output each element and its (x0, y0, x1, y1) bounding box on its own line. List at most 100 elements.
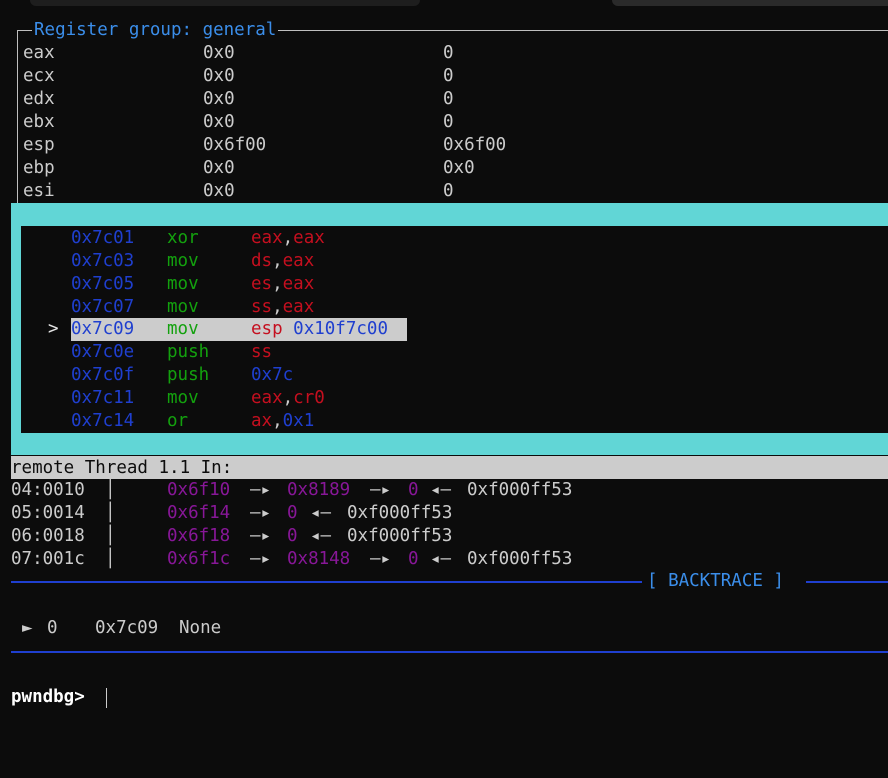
terminal-tab-secondary[interactable] (612, 0, 888, 6)
stack-pointer: 0x8189 (287, 480, 351, 500)
asm-operands: eax,cr0 (251, 387, 325, 410)
asm-address: 0x7c09 (71, 319, 135, 339)
asm-line[interactable]: 0x7c0f push 0x7c (22, 364, 293, 387)
asm-operand: cr0 (293, 388, 325, 408)
asm-comma: , (272, 411, 283, 431)
asm-address: 0x7c14 (71, 411, 135, 431)
current-instruction-marker: > (48, 319, 59, 339)
register-hex-value: 0x0 (203, 158, 235, 178)
register-natural-value: 0 (443, 89, 454, 109)
register-row: eax 0x0 0 (23, 42, 454, 65)
asm-comma: , (282, 228, 294, 248)
asm-line[interactable]: 0x7c01 xor eax,eax (22, 227, 325, 250)
asm-operand: 0x1 (282, 411, 315, 431)
register-hex-value: 0x0 (203, 181, 235, 201)
stack-value: 0xf000ff53 (347, 503, 453, 523)
asm-operands: ss (251, 341, 272, 364)
stack-separator: │ (105, 549, 116, 569)
backtrace-rule-bottom (11, 651, 888, 653)
asm-mnemonic: push (167, 342, 210, 362)
asm-operands: ss,eax (251, 296, 314, 319)
register-natural-value: 0 (443, 181, 454, 201)
asm-mnemonic: mov (167, 319, 199, 339)
register-name: ecx (23, 66, 55, 86)
asm-line-current[interactable]: > 0x7c09 mov esp,0x10f7c00 (22, 318, 388, 341)
command-input-cursor[interactable] (106, 688, 107, 708)
asm-address: 0x7c0e (71, 342, 135, 362)
stack-arrow: —▸ (250, 480, 272, 500)
stack-pointer: 0 (287, 503, 298, 523)
register-hex-value: 0x0 (203, 112, 235, 132)
register-name: eax (23, 43, 55, 63)
asm-operand: esp (251, 319, 283, 339)
register-natural-value: 0x6f00 (443, 135, 507, 155)
asm-line[interactable]: 0x7c05 mov es,eax (22, 273, 314, 296)
register-row: edx 0x0 0 (23, 88, 454, 111)
asm-operand: eax (251, 228, 283, 248)
command-prompt: pwndbg> (11, 687, 85, 707)
register-row: esp 0x6f00 0x6f00 (23, 134, 506, 157)
stack-arrow: ◂— (430, 549, 452, 569)
asm-operand: eax (251, 388, 283, 408)
stack-offset: 05:0014 (11, 503, 85, 523)
asm-operand: ss (251, 342, 273, 362)
register-name: ebp (23, 158, 55, 178)
terminal-tab[interactable] (30, 0, 420, 6)
register-row: ebx 0x0 0 (23, 111, 454, 134)
backtrace-frame-address: 0x7c09 (95, 618, 159, 638)
asm-line[interactable]: 0x7c14 or ax,0x1 (22, 410, 314, 433)
stack-arrow: —▸ (250, 526, 272, 546)
window-tab-strip (0, 0, 888, 8)
asm-operands: ds,eax (251, 250, 314, 273)
register-hex-value: 0x0 (203, 89, 235, 109)
register-hex-value: 0x0 (203, 66, 235, 86)
register-hex-value: 0x6f00 (203, 135, 267, 155)
asm-mnemonic: mov (167, 274, 199, 294)
asm-line[interactable]: 0x7c07 mov ss,eax (22, 296, 314, 319)
stack-deref-value: 0 (408, 480, 419, 500)
stack-deref-value: 0 (408, 549, 419, 569)
stack-arrow: ◂— (310, 526, 332, 546)
stack-offset: 07:001c (11, 549, 85, 569)
stack-arrow: —▸ (370, 549, 392, 569)
stack-address: 0x6f14 (167, 503, 231, 523)
stack-arrow: ◂— (310, 503, 332, 523)
register-natural-value: 0x0 (443, 158, 475, 178)
asm-line[interactable]: 0x7c03 mov ds,eax (22, 250, 314, 273)
register-hex-value: 0x0 (203, 43, 235, 63)
asm-operands: es,eax (251, 273, 314, 296)
asm-operand: ss (251, 297, 273, 317)
backtrace-rule-right (806, 581, 888, 583)
stack-row: 06:0018 │ 0x6f18 —▸ 0 ◂— 0xf000ff53 (11, 525, 452, 548)
stack-row: 05:0014 │ 0x6f14 —▸ 0 ◂— 0xf000ff53 (11, 502, 452, 525)
asm-mnemonic: mov (167, 297, 199, 317)
stack-arrow: —▸ (250, 503, 272, 523)
status-line: remote Thread 1.1 In: (11, 456, 888, 479)
stack-row: 07:001c │ 0x6f1c —▸ 0x8148 —▸ 0 ◂— 0xf00… (11, 548, 572, 571)
asm-mnemonic: mov (167, 388, 199, 408)
asm-comma: , (272, 297, 283, 317)
asm-operand: es (251, 274, 273, 294)
stack-address: 0x6f18 (167, 526, 231, 546)
register-natural-value: 0 (443, 112, 454, 132)
register-name: edx (23, 89, 55, 109)
asm-mnemonic: or (167, 411, 189, 431)
register-natural-value: 0 (443, 43, 454, 63)
asm-address: 0x7c07 (71, 297, 135, 317)
stack-address: 0x6f1c (167, 549, 231, 569)
stack-arrow: —▸ (370, 480, 392, 500)
stack-offset: 04:0010 (11, 480, 85, 500)
asm-comma: , (282, 388, 294, 408)
stack-arrow: ◂— (430, 480, 452, 500)
asm-operands: eax,eax (251, 227, 325, 250)
asm-operands: 0x7c (251, 364, 293, 387)
asm-operands: esp,0x10f7c00 (251, 318, 388, 341)
register-row: ecx 0x0 0 (23, 65, 454, 88)
asm-address: 0x7c01 (71, 228, 135, 248)
asm-line[interactable]: 0x7c0e push ss (22, 341, 272, 364)
asm-operand: eax (293, 228, 325, 248)
stack-separator: │ (105, 526, 116, 546)
register-pane-title: Register group: general (32, 19, 279, 41)
asm-line[interactable]: 0x7c11 mov eax,cr0 (22, 387, 325, 410)
asm-operand: eax (282, 251, 315, 271)
